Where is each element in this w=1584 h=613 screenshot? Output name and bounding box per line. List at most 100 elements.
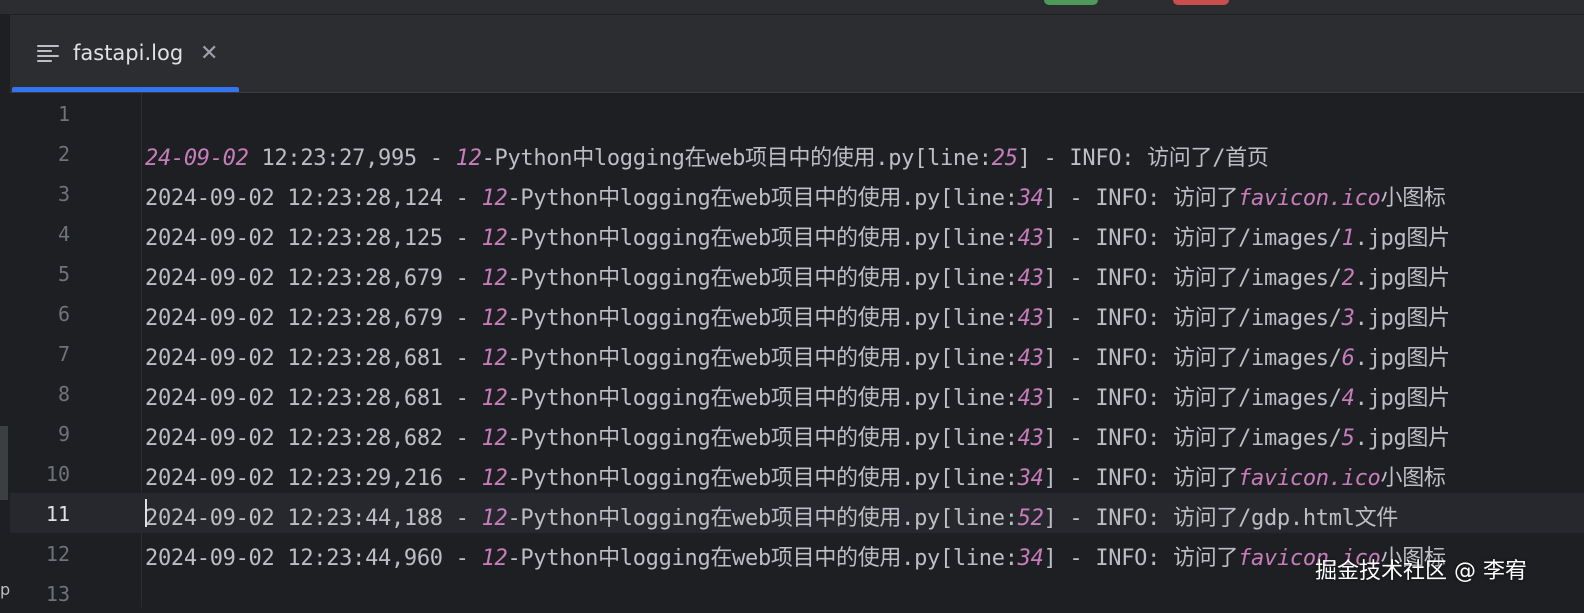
window-title-bar bbox=[0, 0, 1584, 15]
text-caret bbox=[145, 499, 147, 527]
log-number-token: 43 bbox=[1017, 386, 1044, 411]
log-number-token: 52 bbox=[1017, 506, 1044, 531]
watermark: 掘金技术社区 @ 李宥 bbox=[1315, 559, 1527, 584]
log-text: 2024-09-02 12:23:28,679 - 12-Python中logg… bbox=[145, 260, 1450, 292]
log-text-token: ] - INFO: 访问了/images/ bbox=[1043, 346, 1342, 371]
code-line[interactable]: 6 2024-09-02 12:23:28,679 - 12-Python中log… bbox=[10, 293, 1584, 333]
log-text-token: .jpg图片 bbox=[1354, 306, 1450, 331]
log-number-token: 43 bbox=[1017, 266, 1044, 291]
log-number-token: 12 bbox=[481, 226, 508, 251]
code-line[interactable]: 8 2024-09-02 12:23:28,681 - 12-Python中log… bbox=[10, 373, 1584, 413]
log-number-token: 25 bbox=[991, 146, 1018, 171]
log-number-token: 34 bbox=[1017, 546, 1044, 571]
log-number-token: 12 bbox=[481, 266, 508, 291]
log-number-token: 12 bbox=[481, 546, 508, 571]
log-text-token: -Python中logging在web项目中的使用.py[line: bbox=[507, 506, 1018, 531]
code-line[interactable]: 1 bbox=[10, 93, 1584, 133]
log-text-token: .jpg图片 bbox=[1354, 346, 1450, 371]
line-number: 1 bbox=[57, 102, 70, 126]
log-text: 2024-09-02 12:23:28,124 - 12-Python中logg… bbox=[145, 180, 1446, 212]
log-text-token: ] - INFO: 访问了/images/ bbox=[1043, 226, 1342, 251]
log-number-token: 43 bbox=[1017, 226, 1044, 251]
log-number-token: 43 bbox=[1017, 346, 1044, 371]
line-number: 2 bbox=[57, 142, 70, 166]
log-text-token: .jpg图片 bbox=[1354, 386, 1450, 411]
log-text-token: -Python中logging在web项目中的使用.py[line: bbox=[507, 346, 1018, 371]
log-number-token: 12 bbox=[455, 146, 482, 171]
editor-area[interactable]: 1 2 24-09-02 12:23:27,995 - 12-Python中logg… bbox=[10, 93, 1584, 607]
log-number-token: 12 bbox=[481, 346, 508, 371]
log-number-token: 1 bbox=[1341, 226, 1355, 251]
log-text: 2024-09-02 12:23:28,682 - 12-Python中logg… bbox=[145, 420, 1450, 452]
log-text-token: ] - INFO: 访问了/images/ bbox=[1043, 266, 1342, 291]
log-text-token: -Python中logging在web项目中的使用.py[line: bbox=[507, 466, 1018, 491]
log-text-token: .jpg图片 bbox=[1354, 266, 1450, 291]
log-text: 2024-09-02 12:23:44,188 - 12-Python中logg… bbox=[145, 500, 1398, 532]
log-number-token: 3 bbox=[1341, 306, 1355, 331]
log-text: 2024-09-02 12:23:28,679 - 12-Python中logg… bbox=[145, 300, 1450, 332]
log-text-token: .jpg图片 bbox=[1354, 426, 1450, 451]
log-text-token: -Python中logging在web项目中的使用.py[line: bbox=[507, 226, 1018, 251]
line-number: 9 bbox=[57, 422, 70, 446]
log-text-token: -Python中logging在web项目中的使用.py[line: bbox=[507, 306, 1018, 331]
log-text-token: 2024-09-02 12:23:28,679 - bbox=[145, 266, 482, 291]
code-line[interactable]: 10 2024-09-02 12:23:29,216 - 12-Python中lo… bbox=[10, 453, 1584, 493]
code-line[interactable]: 11 2024-09-02 12:23:44,188 - 12-Python中lo… bbox=[10, 493, 1584, 533]
log-text-token: 2024-09-02 12:23:28,682 - bbox=[145, 426, 482, 451]
line-number: 12 bbox=[45, 542, 70, 566]
log-text-token: ] - INFO: 访问了/images/ bbox=[1043, 306, 1342, 331]
log-number-token: 43 bbox=[1017, 306, 1044, 331]
line-number: 6 bbox=[57, 302, 70, 326]
stop-indicator[interactable] bbox=[1173, 0, 1229, 5]
line-number: 3 bbox=[57, 182, 70, 206]
log-number-token: 43 bbox=[1017, 426, 1044, 451]
code-line[interactable]: 5 2024-09-02 12:23:28,679 - 12-Python中log… bbox=[10, 253, 1584, 293]
log-text: 2024-09-02 12:23:28,681 - 12-Python中logg… bbox=[145, 380, 1450, 412]
run-indicator[interactable] bbox=[1044, 0, 1098, 5]
log-number-token: favicon.ico bbox=[1238, 466, 1381, 491]
log-text-token: ] - INFO: 访问了/images/ bbox=[1043, 426, 1342, 451]
log-number-token: 34 bbox=[1017, 186, 1044, 211]
log-text-token: 2024-09-02 12:23:28,681 - bbox=[145, 386, 482, 411]
log-text-token: 2024-09-02 12:23:44,960 - bbox=[145, 546, 482, 571]
log-number-token: 12 bbox=[481, 386, 508, 411]
log-text: 2024-09-02 12:23:28,125 - 12-Python中logg… bbox=[145, 220, 1450, 252]
log-text-token: 2024-09-02 12:23:29,216 - bbox=[145, 466, 482, 491]
close-icon[interactable]: ✕ bbox=[200, 41, 218, 66]
log-number-token: 12 bbox=[481, 186, 508, 211]
log-text-token: -Python中logging在web项目中的使用.py[line: bbox=[481, 146, 992, 171]
code-line[interactable]: 7 2024-09-02 12:23:28,681 - 12-Python中log… bbox=[10, 333, 1584, 373]
left-tool-strip: p bbox=[0, 14, 10, 607]
code-line[interactable]: 9 2024-09-02 12:23:28,682 - 12-Python中log… bbox=[10, 413, 1584, 453]
log-text-token: ] - INFO: 访问了 bbox=[1043, 186, 1239, 211]
log-number-token: 5 bbox=[1341, 426, 1355, 451]
code-line[interactable]: 2 24-09-02 12:23:27,995 - 12-Python中loggi… bbox=[10, 133, 1584, 173]
line-number: 10 bbox=[45, 462, 70, 486]
log-text-token: 2024-09-02 12:23:28,679 - bbox=[145, 306, 482, 331]
log-text-token: ] - INFO: 访问了/images/ bbox=[1043, 386, 1342, 411]
log-text-token: 2024-09-02 12:23:28,124 - bbox=[145, 186, 482, 211]
log-text-token: ] - INFO: 访问了 bbox=[1043, 546, 1239, 571]
left-panel-scrollbar[interactable] bbox=[0, 426, 8, 500]
log-text-token: .jpg图片 bbox=[1354, 226, 1450, 251]
log-number-token: 12 bbox=[481, 306, 508, 331]
code-line[interactable]: 4 2024-09-02 12:23:28,125 - 12-Python中log… bbox=[10, 213, 1584, 253]
log-text-token: -Python中logging在web项目中的使用.py[line: bbox=[507, 386, 1018, 411]
editor-tab-bar: fastapi.log ✕ bbox=[10, 15, 1584, 93]
log-number-token: favicon.ico bbox=[1238, 186, 1381, 211]
active-tab-indicator bbox=[12, 87, 239, 92]
line-number: 4 bbox=[57, 222, 70, 246]
line-number: 13 bbox=[45, 582, 70, 606]
log-text-token: 2024-09-02 12:23:28,681 - bbox=[145, 346, 482, 371]
log-text-token: ] - INFO: 访问了 bbox=[1043, 466, 1239, 491]
tab-label: fastapi.log bbox=[73, 41, 184, 65]
tab-fastapi-log[interactable]: fastapi.log ✕ bbox=[10, 15, 239, 92]
log-number-token: 6 bbox=[1341, 346, 1355, 371]
log-text: 2024-09-02 12:23:29,216 - 12-Python中logg… bbox=[145, 460, 1446, 492]
log-text-token: ] - INFO: 访问了/首页 bbox=[1017, 146, 1269, 171]
log-text-token: -Python中logging在web项目中的使用.py[line: bbox=[507, 426, 1018, 451]
log-number-token: 12 bbox=[481, 426, 508, 451]
code-line[interactable]: 3 2024-09-02 12:23:28,124 - 12-Python中log… bbox=[10, 173, 1584, 213]
log-text-token: 小图标 bbox=[1380, 466, 1446, 491]
log-text-token: ] - INFO: 访问了/gdp.html文件 bbox=[1043, 506, 1399, 531]
